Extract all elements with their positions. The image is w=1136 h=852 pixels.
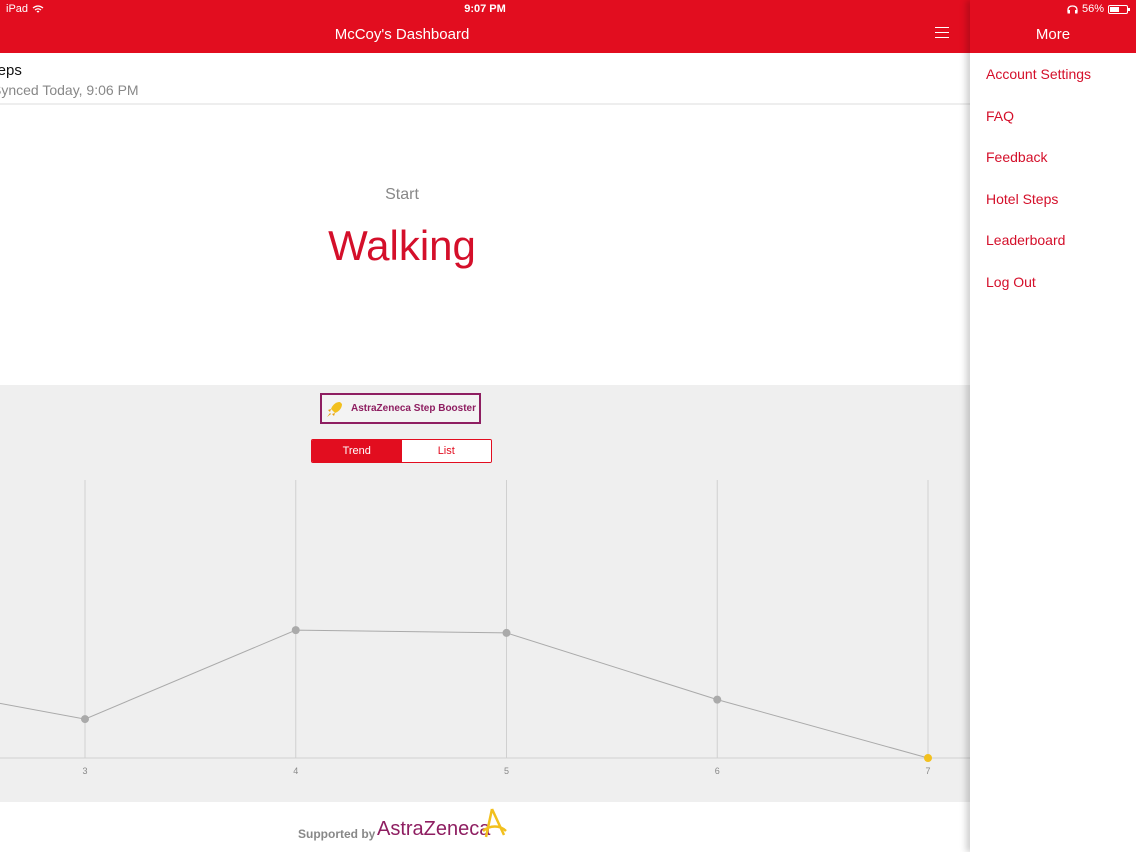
main-pane: McCoy's Dashboard steps Synced Today, 9:… bbox=[0, 0, 970, 852]
menu-item-log-out[interactable]: Log Out bbox=[986, 272, 1091, 314]
view-toggle: Trend List bbox=[311, 439, 492, 463]
hamburger-menu-icon[interactable] bbox=[935, 27, 949, 39]
data-point bbox=[713, 695, 722, 704]
steps-label: steps bbox=[0, 62, 22, 79]
x-tick-label: 3 bbox=[82, 766, 87, 776]
menu-item-hotel-steps[interactable]: Hotel Steps bbox=[986, 189, 1091, 231]
series-line bbox=[0, 629, 929, 759]
step-booster-button[interactable]: AstraZeneca Step Booster bbox=[320, 393, 481, 424]
astrazeneca-logo-icon bbox=[482, 808, 507, 838]
sync-bar: steps Synced Today, 9:06 PM bbox=[0, 53, 970, 105]
x-tick-label: 6 bbox=[715, 766, 720, 776]
x-tick-label: 4 bbox=[293, 766, 298, 776]
activity-title[interactable]: Walking bbox=[0, 222, 804, 270]
headphones-icon bbox=[1067, 4, 1078, 13]
status-right: 56% bbox=[1067, 3, 1130, 15]
tab-trend[interactable]: Trend bbox=[312, 440, 402, 462]
x-tick-label: 7 bbox=[925, 766, 930, 776]
menu-item-leaderboard[interactable]: Leaderboard bbox=[986, 230, 1091, 272]
battery-percent: 56% bbox=[1081, 3, 1104, 15]
side-menu-title: More bbox=[1035, 26, 1071, 43]
status-time: 9:07 PM bbox=[464, 3, 506, 15]
data-point bbox=[81, 715, 89, 724]
battery-icon bbox=[1108, 4, 1130, 14]
data-point bbox=[291, 626, 300, 635]
astrazeneca-logo-text: AstraZeneca bbox=[377, 818, 491, 840]
side-menu-list: Account Settings FAQ Feedback Hotel Step… bbox=[986, 64, 1091, 314]
step-booster-label: AstraZeneca Step Booster bbox=[350, 403, 477, 414]
start-label: Start bbox=[385, 186, 419, 203]
synced-timestamp: Synced Today, 9:06 PM bbox=[0, 82, 139, 98]
status-bar: iPad 9:07 PM 56% bbox=[0, 0, 1136, 18]
menu-item-faq[interactable]: FAQ bbox=[986, 106, 1091, 148]
chart-area: 3 4 5 6 7 AstraZeneca Step Booster Trend Lis… bbox=[0, 385, 970, 802]
menu-item-feedback[interactable]: Feedback bbox=[986, 147, 1091, 189]
data-point-highlight bbox=[924, 754, 932, 762]
rocket-icon bbox=[326, 401, 342, 417]
supported-by-label: Supported by bbox=[298, 827, 376, 841]
x-tick-label: 5 bbox=[504, 766, 509, 776]
page-title: McCoy's Dashboard bbox=[334, 26, 470, 43]
footer: Supported by AstraZeneca bbox=[0, 802, 970, 852]
data-point bbox=[502, 628, 511, 637]
side-menu: More Account Settings FAQ Feedback Hotel… bbox=[970, 0, 1136, 852]
tab-list[interactable]: List bbox=[401, 440, 491, 462]
menu-item-account-settings[interactable]: Account Settings bbox=[986, 64, 1091, 106]
